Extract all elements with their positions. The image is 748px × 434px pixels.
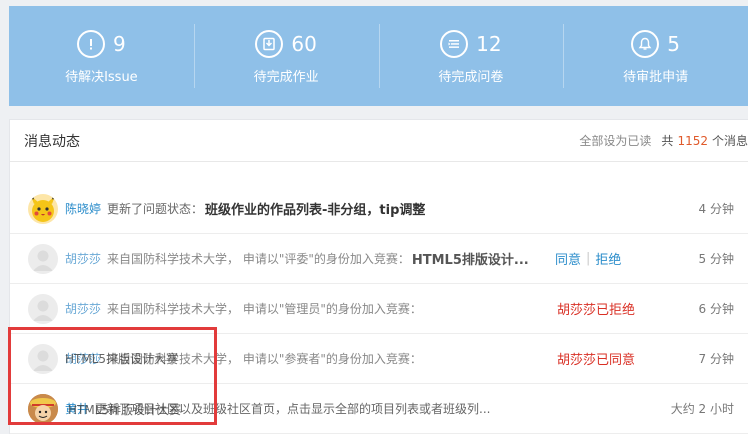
- bell-icon: [631, 29, 660, 58]
- panel-header: 消息动态 全部设为已读 共 1152 个消息: [10, 120, 748, 162]
- user-link[interactable]: 胡莎莎: [65, 250, 101, 267]
- overlay-tooltip-text: HTML5排版设计大赛: [65, 352, 179, 366]
- stat-label: 待解决Issue: [65, 69, 138, 85]
- exclamation-circle-icon: [77, 29, 105, 58]
- stat-count: 12: [476, 31, 502, 56]
- message-body: 胡莎莎 来自国防科学技术大学， 申请以"评委"的身份加入竞赛： HTML5排版设…: [65, 249, 529, 268]
- message-time: 7 分钟: [698, 352, 734, 366]
- total-count: 1152: [677, 133, 708, 148]
- avatar[interactable]: [28, 293, 58, 324]
- stat-label: 待审批申请: [623, 69, 689, 85]
- action-separator: |: [586, 251, 591, 266]
- overlay-tooltip-text: HTML5排版设计大赛: [68, 403, 182, 417]
- message-panel: 消息动态 全部设为已读 共 1152 个消息 陈晓婷 更新了问题状态： 班级作业…: [9, 119, 748, 434]
- avatar[interactable]: [28, 243, 58, 274]
- list-item[interactable]: 陈晓婷 更新了问题状态： 班级作业的作品列表-非分组，tip调整 4 分钟: [10, 184, 748, 234]
- message-title-link[interactable]: HTML5排版设计...: [412, 249, 529, 268]
- message-time: 4 分钟: [698, 202, 734, 216]
- panel-title: 消息动态: [24, 133, 80, 150]
- message-title-link[interactable]: 班级作业的作品列表-非分组，tip调整: [205, 199, 425, 218]
- message-list: 陈晓婷 更新了问题状态： 班级作业的作品列表-非分组，tip调整 4 分钟 胡莎…: [10, 184, 748, 434]
- user-link[interactable]: 胡莎莎: [65, 300, 101, 317]
- stat-count: 60: [291, 31, 317, 56]
- message-desc: 更新了问题状态：: [107, 202, 204, 216]
- message-time: 6 分钟: [698, 302, 734, 316]
- stat-surveys[interactable]: 12 待完成问卷: [378, 6, 564, 106]
- stat-count: 5: [667, 31, 680, 56]
- avatar[interactable]: [28, 343, 58, 374]
- homework-icon: [255, 29, 284, 58]
- list-item[interactable]: 胡莎莎 来自国防科学技术大学， 申请以"评委"的身份加入竞赛： HTML5排版设…: [10, 234, 748, 284]
- stats-bar: 9 待解决Issue 60 待完成作业 12 待完成问卷 5 待审批申请: [9, 6, 748, 106]
- message-time: 5 分钟: [698, 252, 734, 266]
- message-desc: 来自国防科学技术大学， 申请以"管理员"的身份加入竞赛：: [107, 302, 422, 316]
- total-suffix: 个消息: [711, 134, 748, 148]
- stat-homework[interactable]: 60 待完成作业: [193, 6, 379, 106]
- list-item[interactable]: 黄井 更新了项目社区以及班级社区首页，点击显示全部的项目列表或者班级列... 大…: [10, 384, 748, 434]
- pikachu-avatar-icon: [31, 195, 55, 222]
- avatar[interactable]: [28, 393, 58, 424]
- luffy-avatar-icon: [28, 393, 58, 424]
- approval-actions: 同意 | 拒绝: [555, 249, 621, 268]
- total-prefix: 共: [661, 134, 674, 148]
- reject-link[interactable]: 拒绝: [595, 249, 621, 268]
- stat-count: 9: [113, 31, 126, 56]
- list-icon: [440, 29, 469, 58]
- message-body: 陈晓婷 更新了问题状态： 班级作业的作品列表-非分组，tip调整: [65, 199, 425, 218]
- stat-label: 待完成问卷: [438, 69, 504, 85]
- stat-issues[interactable]: 9 待解决Issue: [9, 6, 194, 106]
- status-accepted: 胡莎莎已同意: [557, 353, 636, 368]
- avatar[interactable]: [28, 193, 58, 224]
- list-item[interactable]: 胡莎莎 来自国防科学技术大学， 申请以"参赛者"的身份加入竞赛： 胡莎莎已同意 …: [10, 334, 748, 384]
- message-time: 大约 2 小时: [670, 402, 734, 416]
- stat-label: 待完成作业: [253, 69, 319, 85]
- stat-approvals[interactable]: 5 待审批申请: [563, 6, 748, 106]
- user-link[interactable]: 陈晓婷: [65, 200, 101, 217]
- default-avatar-icon: [33, 300, 53, 321]
- default-avatar-icon: [33, 350, 53, 371]
- mark-all-read-link[interactable]: 全部设为已读: [579, 132, 651, 149]
- default-avatar-icon: [33, 250, 53, 271]
- accept-link[interactable]: 同意: [555, 249, 581, 268]
- message-body: 胡莎莎 来自国防科学技术大学， 申请以"管理员"的身份加入竞赛：: [65, 300, 422, 317]
- status-rejected: 胡莎莎已拒绝: [557, 303, 636, 318]
- message-desc: 来自国防科学技术大学， 申请以"评委"的身份加入竞赛：: [107, 252, 410, 266]
- panel-summary: 全部设为已读 共 1152 个消息: [579, 132, 748, 149]
- list-item[interactable]: 胡莎莎 来自国防科学技术大学， 申请以"管理员"的身份加入竞赛： 胡莎莎已拒绝 …: [10, 284, 748, 334]
